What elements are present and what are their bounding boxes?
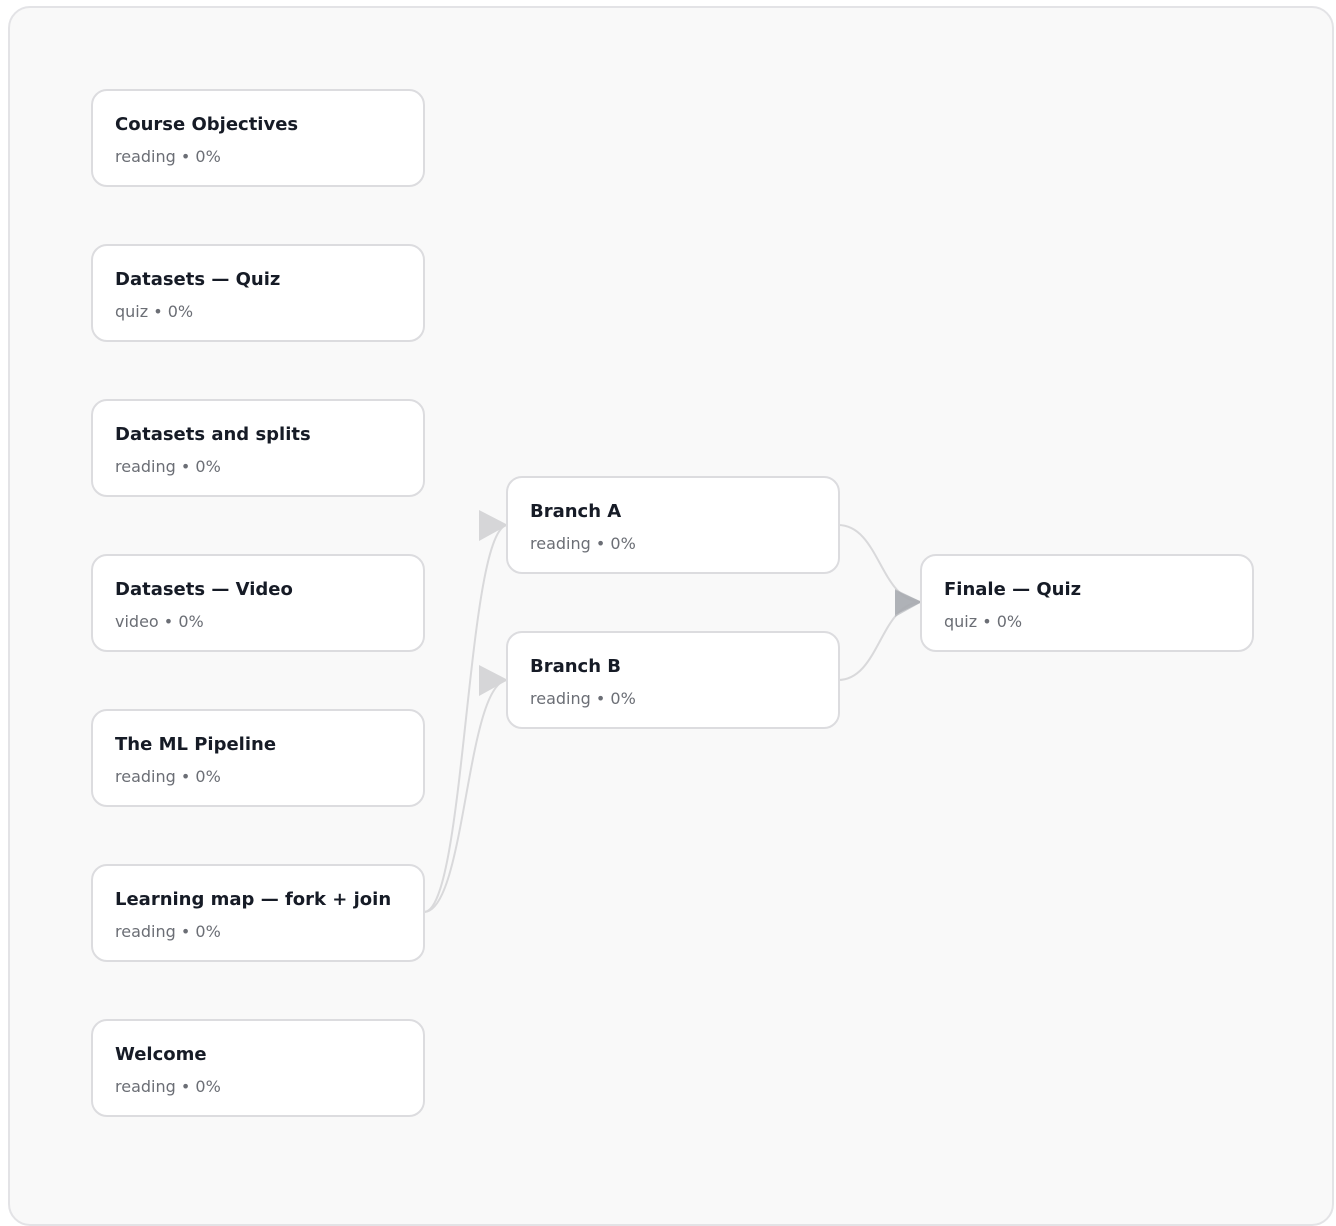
node-title: Course Objectives (115, 114, 299, 135)
node-title: Finale — Quiz (944, 579, 1082, 600)
node-meta: video • 0% (115, 612, 204, 631)
node-branch-a[interactable]: Branch A reading • 0% (506, 476, 840, 574)
node-title: Learning map — fork + join (115, 889, 392, 910)
node-title: The ML Pipeline (115, 734, 277, 755)
node-meta: reading • 0% (530, 689, 636, 708)
node-meta: reading • 0% (115, 147, 221, 166)
node-title: Datasets — Video (115, 579, 293, 600)
node-title: Welcome (115, 1044, 207, 1065)
node-meta: reading • 0% (115, 457, 221, 476)
node-ml-pipeline[interactable]: The ML Pipeline reading • 0% (91, 709, 425, 807)
node-datasets-video[interactable]: Datasets — Video video • 0% (91, 554, 425, 652)
node-meta: quiz • 0% (115, 302, 194, 321)
node-learning-map[interactable]: Learning map — fork + join reading • 0% (91, 864, 425, 962)
node-datasets-and-splits[interactable]: Datasets and splits reading • 0% (91, 399, 425, 497)
node-meta: reading • 0% (115, 922, 221, 941)
node-title: Branch A (530, 501, 622, 522)
node-branch-b[interactable]: Branch B reading • 0% (506, 631, 840, 729)
node-datasets-quiz[interactable]: Datasets — Quiz quiz • 0% (91, 244, 425, 342)
node-course-objectives[interactable]: Course Objectives reading • 0% (91, 89, 425, 187)
node-title: Datasets and splits (115, 424, 311, 445)
node-meta: reading • 0% (530, 534, 636, 553)
node-meta: quiz • 0% (944, 612, 1023, 631)
node-meta: reading • 0% (115, 767, 221, 786)
node-welcome[interactable]: Welcome reading • 0% (91, 1019, 425, 1117)
node-finale-quiz[interactable]: Finale — Quiz quiz • 0% (920, 554, 1254, 652)
node-title: Datasets — Quiz (115, 269, 281, 290)
node-meta: reading • 0% (115, 1077, 221, 1096)
node-title: Branch B (530, 656, 622, 677)
